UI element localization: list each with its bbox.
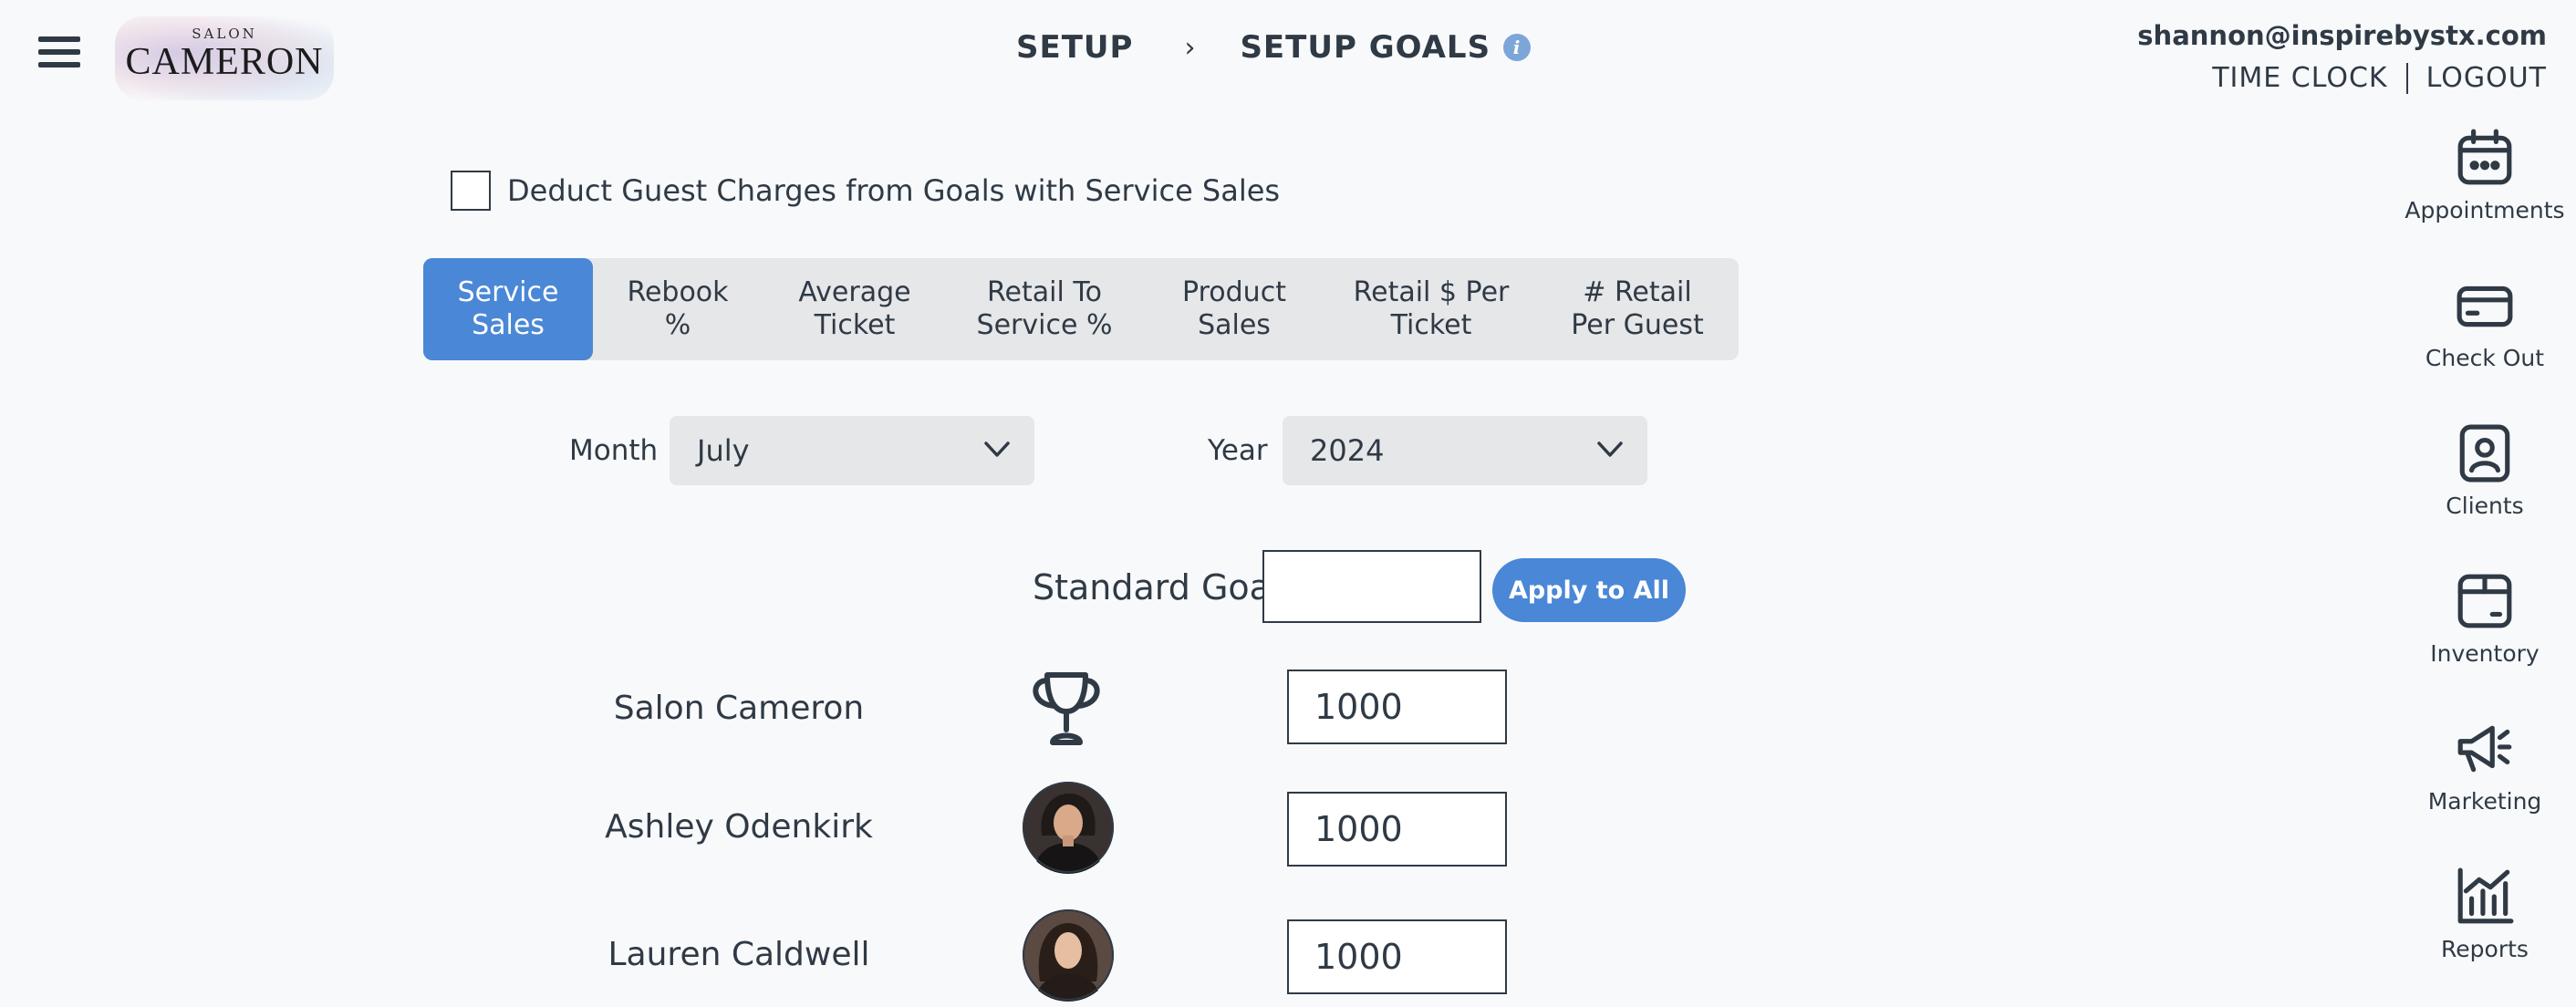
month-value: July — [697, 433, 750, 468]
person-photo-icon — [1023, 909, 1114, 1002]
tab-retail-per-ticket[interactable]: Retail $ Per Ticket — [1326, 258, 1536, 360]
breadcrumb-separator-icon: › — [1184, 31, 1197, 64]
client-contact-icon — [2459, 424, 2510, 483]
nav-reports[interactable]: Reports — [2394, 867, 2576, 1007]
nav-clients[interactable]: Clients — [2394, 423, 2576, 571]
trophy-icon — [1033, 672, 1100, 745]
goal-row: Ashley Odenkirk — [0, 781, 1551, 881]
chevron-down-icon — [1597, 441, 1623, 457]
goal-name: Lauren Caldwell — [608, 936, 870, 973]
tab-label-line1: Service — [457, 276, 559, 308]
breadcrumb: SETUP › SETUP GOALS i — [1016, 26, 1532, 69]
tab-label-line1: Retail To — [987, 276, 1102, 308]
goal-input[interactable] — [1287, 670, 1507, 744]
account-area: shannon@inspirebystx.com TIME CLOCK LOGO… — [2137, 20, 2547, 94]
avatar — [1022, 781, 1115, 874]
nav-appointments[interactable]: Appointments — [2394, 128, 2576, 275]
tab-label-line1: Rebook — [627, 276, 729, 308]
user-email: shannon@inspirebystx.com — [2137, 20, 2547, 51]
credit-card-icon — [2457, 285, 2513, 327]
tab-retail-to-service[interactable]: Retail To Service % — [947, 258, 1142, 360]
nav-label: Marketing — [2427, 788, 2542, 815]
tab-label-line2: Per Guest — [1571, 309, 1704, 341]
goal-type-tabs: Service Sales Rebook% Average Ticket Retai… — [423, 258, 1739, 360]
logout-link[interactable]: LOGOUT — [2426, 62, 2547, 94]
apply-to-all-button[interactable]: Apply to All — [1492, 558, 1686, 622]
menu-icon[interactable] — [38, 36, 80, 73]
nav-label: Reports — [2441, 936, 2529, 962]
goal-input[interactable] — [1287, 919, 1507, 994]
nav-label: Check Out — [2425, 345, 2545, 371]
goal-row: Lauren Caldwell — [0, 908, 1551, 1007]
avatar — [1027, 670, 1106, 748]
tab-rebook[interactable]: Rebook% — [593, 258, 763, 360]
info-icon[interactable]: i — [1503, 34, 1532, 61]
tab-label-line2: Sales — [1198, 309, 1271, 341]
goal-name: Ashley Odenkirk — [605, 808, 873, 846]
goal-input[interactable] — [1287, 792, 1507, 867]
tab-product-sales[interactable]: Product Sales — [1142, 258, 1326, 360]
tab-label-line2: Ticket — [814, 309, 896, 341]
tab-label-line2: Service % — [976, 309, 1113, 341]
nav-label: Clients — [2446, 493, 2524, 519]
nav-label: Appointments — [2405, 197, 2565, 223]
logo-big-text: CAMERON — [125, 41, 324, 83]
tab-label-line1: Product — [1182, 276, 1286, 308]
nav-check-out[interactable]: Check Out — [2394, 275, 2576, 423]
month-label: Month — [569, 434, 659, 467]
person-photo-icon — [1023, 782, 1114, 874]
time-clock-link[interactable]: TIME CLOCK — [2212, 62, 2387, 94]
tab-label-line2: % — [664, 309, 691, 341]
nav-marketing[interactable]: Marketing — [2394, 719, 2576, 867]
deduct-guest-charges-checkbox[interactable] — [451, 171, 491, 211]
nav-label: Inventory — [2430, 640, 2540, 667]
chevron-down-icon — [984, 441, 1010, 457]
standard-goal-label: Standard Goal — [1033, 567, 1281, 607]
megaphone-icon — [2457, 725, 2512, 773]
calendar-icon — [2457, 129, 2512, 185]
side-nav: Appointments Check Out Clients Inventory… — [2394, 128, 2576, 1007]
standard-goal-input[interactable] — [1262, 550, 1481, 623]
avatar — [1022, 908, 1115, 1002]
logo-small-text: SALON — [192, 26, 257, 42]
tab-label-line1: Retail $ Per — [1353, 276, 1510, 308]
deduct-guest-charges-option: Deduct Guest Charges from Goals with Ser… — [451, 171, 1280, 211]
tab-label-line2: Ticket — [1390, 309, 1472, 341]
year-value: 2024 — [1310, 433, 1385, 468]
tab-label-line1: Average — [798, 276, 911, 308]
box-icon — [2457, 574, 2512, 628]
tab-label-line1: # Retail — [1583, 276, 1692, 308]
nav-inventory[interactable]: Inventory — [2394, 571, 2576, 719]
salon-logo[interactable]: SALON CAMERON — [115, 16, 334, 100]
goal-row: Salon Cameron — [0, 659, 1551, 759]
tab-label-line2: Sales — [472, 309, 545, 341]
goal-name: Salon Cameron — [613, 690, 865, 727]
bar-chart-icon — [2457, 867, 2514, 924]
divider — [2405, 62, 2408, 94]
month-select[interactable]: July — [670, 416, 1034, 485]
tab-average-ticket[interactable]: Average Ticket — [763, 258, 947, 360]
deduct-guest-charges-label[interactable]: Deduct Guest Charges from Goals with Ser… — [507, 173, 1280, 208]
page-title: SETUP GOALS — [1240, 29, 1491, 66]
year-select[interactable]: 2024 — [1283, 416, 1647, 485]
breadcrumb-parent[interactable]: SETUP — [1016, 29, 1133, 66]
year-label: Year — [1208, 434, 1268, 467]
tab-service-sales[interactable]: Service Sales — [423, 258, 593, 360]
tab-retail-per-guest[interactable]: # Retail Per Guest — [1536, 258, 1739, 360]
